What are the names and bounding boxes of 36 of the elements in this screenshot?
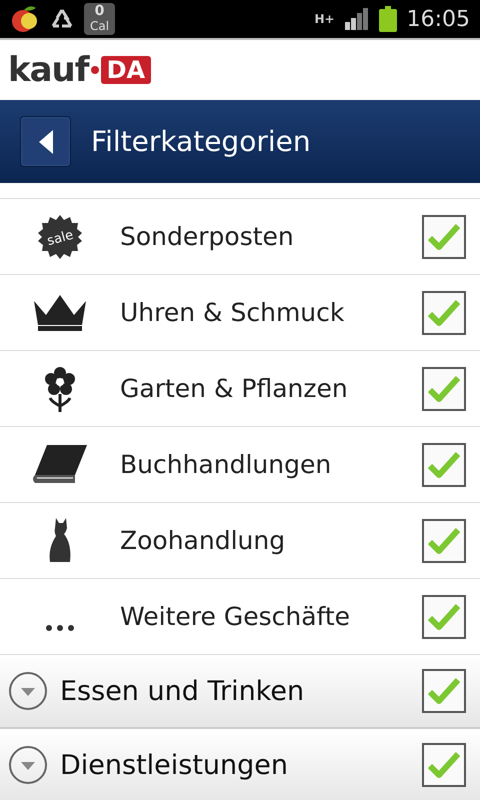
category-row[interactable]: sale Sonderposten xyxy=(0,199,480,275)
checkbox[interactable] xyxy=(422,290,466,334)
checkbox[interactable] xyxy=(422,518,466,562)
checkbox[interactable] xyxy=(422,366,466,410)
category-label: Buchhandlungen xyxy=(120,450,332,479)
more-icon xyxy=(45,624,75,632)
sale-seal-icon: sale xyxy=(37,214,83,260)
category-label: Zoohandlung xyxy=(120,526,286,555)
clock: 16:05 xyxy=(406,6,470,32)
category-label: Weitere Geschäfte xyxy=(120,602,352,631)
category-row[interactable]: Garten & Pflanzen xyxy=(0,351,480,427)
category-label: Sonderposten xyxy=(120,222,295,251)
checkbox[interactable] xyxy=(422,743,466,787)
checkbox[interactable] xyxy=(422,214,466,258)
category-row[interactable]: Zoohandlung xyxy=(0,503,480,579)
checkbox[interactable] xyxy=(422,442,466,486)
crown-icon xyxy=(32,294,88,330)
screen-title: Filterkategorien xyxy=(91,125,311,158)
checkbox[interactable] xyxy=(422,594,466,638)
flower-icon xyxy=(44,366,76,412)
network-type: H+ xyxy=(314,12,335,26)
back-arrow-icon xyxy=(38,130,52,154)
signal-icon xyxy=(344,8,369,30)
category-label: Uhren & Schmuck xyxy=(120,298,346,327)
apple-icon xyxy=(10,4,40,34)
group-label: Essen und Trinken xyxy=(60,676,306,706)
category-label: Garten & Pflanzen xyxy=(120,374,349,403)
calorie-counter-badge: 0 Cal xyxy=(84,3,116,35)
category-row[interactable]: Buchhandlungen xyxy=(0,427,480,503)
checkbox[interactable] xyxy=(422,669,466,713)
battery-icon xyxy=(378,6,397,32)
back-button[interactable] xyxy=(20,116,71,167)
category-row[interactable]: Uhren & Schmuck xyxy=(0,275,480,351)
app-logo: kauf DA xyxy=(8,50,152,90)
group-label: Dienstleistungen xyxy=(60,750,290,780)
book-icon xyxy=(33,444,87,484)
